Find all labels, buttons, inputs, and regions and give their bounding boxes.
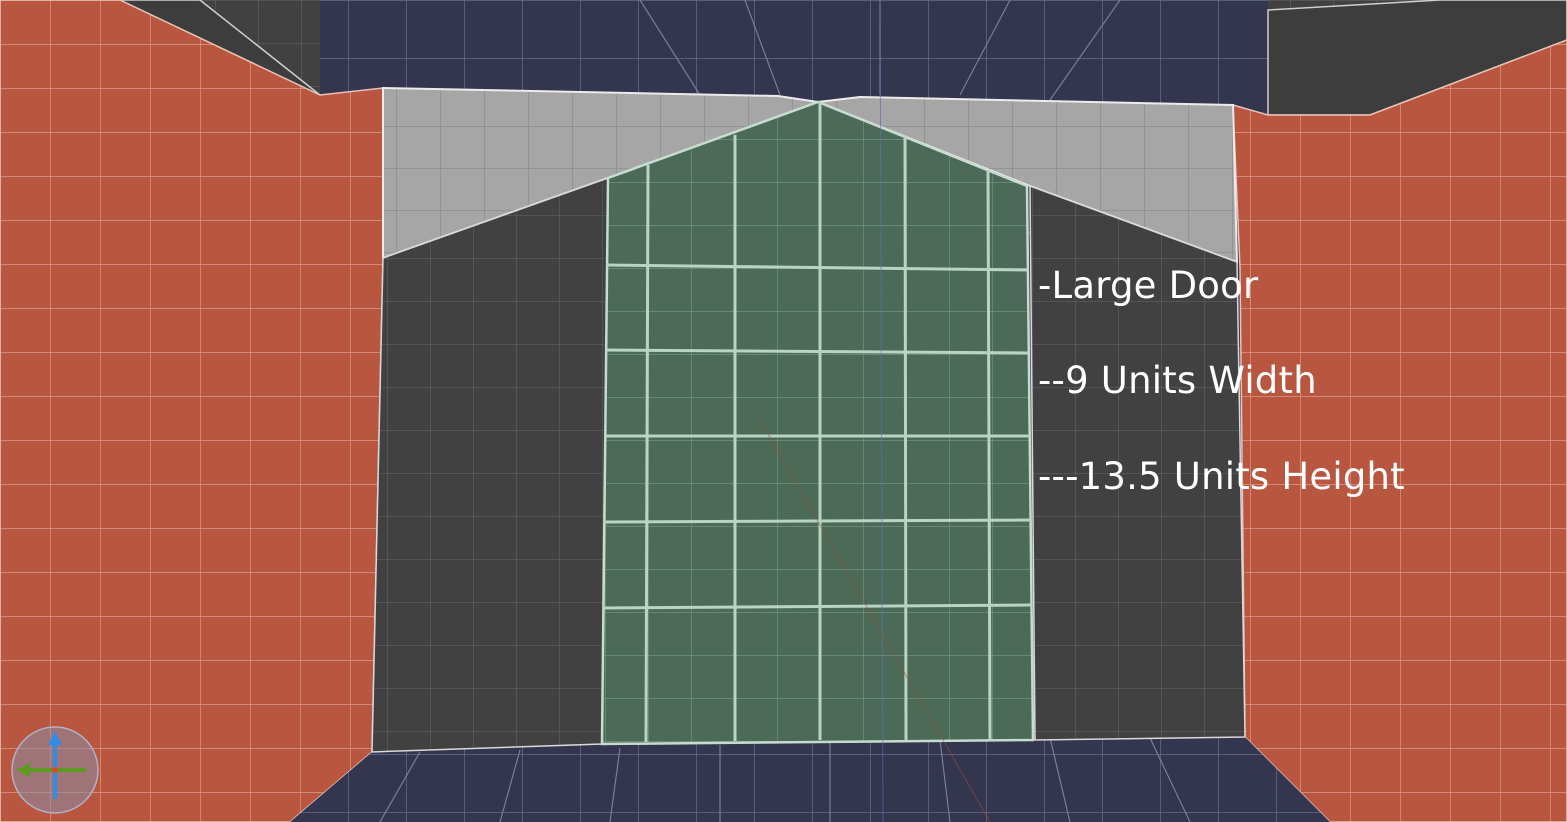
- annotation-width: --9 Units Width: [1038, 359, 1317, 402]
- left-wall: [0, 0, 384, 822]
- annotation-large-door: -Large Door: [1038, 264, 1259, 307]
- annotation-height: ---13.5 Units Height: [1038, 455, 1405, 498]
- axis-gizmo-icon[interactable]: [10, 725, 100, 815]
- right-wall: [1232, 0, 1567, 822]
- large-door-panel: [600, 100, 1035, 746]
- back-wall-left: [371, 176, 609, 753]
- 3d-viewport[interactable]: -Large Door --9 Units Width ---13.5 Unit…: [0, 0, 1567, 822]
- scene-render[interactable]: [0, 0, 1567, 822]
